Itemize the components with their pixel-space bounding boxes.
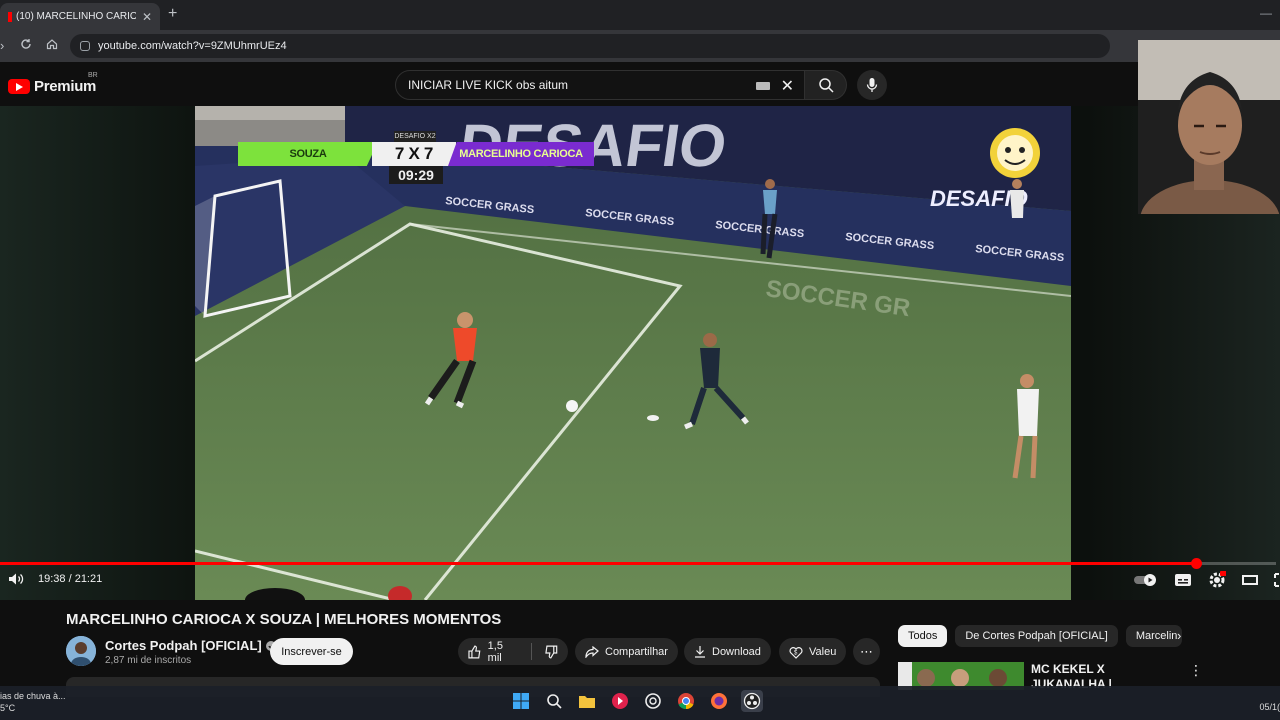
- file-explorer-icon[interactable]: [576, 690, 598, 712]
- firefox-icon[interactable]: [708, 690, 730, 712]
- channel-name: Cortes Podpah [OFICIAL]: [105, 638, 262, 653]
- youtube-favicon-icon: [8, 11, 12, 22]
- subscribe-button[interactable]: Inscrever-se: [270, 638, 353, 665]
- obs-studio-icon[interactable]: [741, 690, 763, 712]
- background-person-figure: [1010, 179, 1024, 218]
- super-thanks-icon: $: [789, 646, 803, 659]
- progress-played: [0, 562, 1196, 565]
- share-button[interactable]: Compartilhar: [575, 638, 678, 665]
- taskbar-apps: [510, 690, 763, 712]
- site-info-icon[interactable]: [80, 41, 90, 51]
- chip-all[interactable]: Todos: [898, 625, 948, 647]
- related-filter-chips: Todos De Cortes Podpah [OFICIAL] Marceli…: [898, 625, 1182, 647]
- taskbar-date: 05/1(: [1259, 702, 1280, 712]
- download-button[interactable]: Download: [684, 638, 771, 665]
- browser-toolbar: › youtube.com/watch?v=9ZMUhmrUEz4 ▭ ☆: [0, 30, 1280, 62]
- theater-mode-icon[interactable]: [1242, 574, 1258, 586]
- search-icon: [818, 78, 834, 93]
- thanks-button[interactable]: $ Valeu: [779, 638, 847, 665]
- subscriber-count: 2,87 mi de inscritos: [105, 655, 192, 666]
- volume-icon[interactable]: [8, 572, 24, 586]
- chip-channel[interactable]: De Cortes Podpah [OFICIAL]: [955, 625, 1118, 647]
- match-score: 7 X 7: [372, 142, 456, 166]
- like-dislike-group: 1,5 mil: [458, 638, 568, 665]
- download-label: Download: [712, 645, 761, 658]
- progress-scrubber-handle[interactable]: [1190, 558, 1202, 569]
- channel-avatar[interactable]: [66, 636, 96, 666]
- match-clock: 09:29: [389, 166, 443, 184]
- screen: { "browser": { "tab_title": "(10) MARCEL…: [0, 0, 1280, 720]
- browser-tab-active[interactable]: (10) MARCELINHO CARIOCA X ✕: [0, 3, 160, 30]
- time-display: 19:38 / 21:21: [38, 573, 103, 585]
- autoplay-toggle-icon[interactable]: [1134, 574, 1158, 586]
- channel-name-row[interactable]: Cortes Podpah [OFICIAL]: [105, 638, 276, 653]
- minimize-icon[interactable]: —: [1260, 6, 1272, 20]
- dislike-icon[interactable]: [544, 645, 558, 659]
- svg-text:$: $: [794, 650, 798, 656]
- search-input[interactable]: INICIAR LIVE KICK obs aitum ✕: [395, 70, 805, 100]
- chatgpt-icon[interactable]: [642, 690, 664, 712]
- mic-icon: [866, 78, 878, 92]
- browser-tab-bar: (10) MARCELINHO CARIOCA X ✕ + —: [0, 0, 1280, 30]
- fullscreen-icon[interactable]: [1274, 573, 1280, 587]
- search-button[interactable]: [805, 70, 847, 100]
- chrome-icon[interactable]: [675, 690, 697, 712]
- tab-title: (10) MARCELINHO CARIOCA X: [16, 11, 136, 22]
- url-text: youtube.com/watch?v=9ZMUhmrUEz4: [98, 40, 287, 52]
- video-progress-bar[interactable]: [0, 558, 1276, 569]
- share-label: Compartilhar: [605, 645, 668, 658]
- streamer-face-image: [1138, 40, 1280, 214]
- country-code: BR: [88, 72, 98, 79]
- search-query: INICIAR LIVE KICK obs aitum: [408, 78, 569, 92]
- subtitles-icon[interactable]: [1174, 573, 1192, 587]
- address-bar[interactable]: youtube.com/watch?v=9ZMUhmrUEz4: [70, 34, 1110, 58]
- youtube-premium-logo[interactable]: Premium: [8, 78, 96, 95]
- windows-start-icon[interactable]: [510, 690, 532, 712]
- like-count[interactable]: 1,5 mil: [488, 640, 520, 664]
- voice-search-button[interactable]: [857, 70, 887, 100]
- away-team-name: MARCELINHO CARIOCA: [448, 142, 594, 166]
- search-icon[interactable]: [543, 690, 565, 712]
- kebab-menu-icon[interactable]: ⋮: [1189, 662, 1203, 679]
- football-pitch-scene: DESAFIO DESAFIO SOCCER GRASS SOCCER GRAS…: [195, 106, 1071, 600]
- window-controls: —: [1260, 6, 1272, 20]
- weather-widget[interactable]: ias de chuva à... 5°C: [0, 690, 66, 714]
- logo-text: Premium: [34, 78, 97, 95]
- webcam-overlay: [1138, 40, 1280, 214]
- chevron-right-icon[interactable]: ›: [1177, 628, 1181, 643]
- recommended-video-title[interactable]: MC KEKEL X JUKANALHA | MELHORES MOMENTOS: [1031, 662, 1171, 688]
- keyboard-icon[interactable]: [756, 82, 770, 90]
- home-team-name: SOUZA: [238, 142, 378, 166]
- player-controls-right: [1134, 571, 1280, 589]
- clear-search-icon[interactable]: ✕: [781, 76, 794, 96]
- gear-icon[interactable]: [1208, 571, 1226, 589]
- league-badge-icon: [990, 128, 1040, 178]
- video-title: MARCELINHO CARIOCA X SOUZA | MELHORES MO…: [66, 611, 502, 628]
- home-icon[interactable]: [46, 38, 58, 53]
- chip-marcelinho[interactable]: Marcelin: [1125, 625, 1182, 647]
- music-app-icon[interactable]: [609, 690, 631, 712]
- youtube-play-logo-icon: [8, 79, 30, 94]
- tab-close-icon[interactable]: ✕: [142, 10, 152, 24]
- more-actions-button[interactable]: ⋯: [853, 638, 880, 665]
- weather-temperature: 5°C: [0, 703, 16, 713]
- weather-text: ias de chuva à...: [0, 691, 66, 701]
- download-icon: [695, 646, 705, 658]
- thanks-label: Valeu: [809, 645, 837, 658]
- share-icon: [585, 645, 599, 658]
- like-divider: [531, 643, 533, 660]
- video-frame[interactable]: DESAFIO DESAFIO SOCCER GRASS SOCCER GRAS…: [195, 106, 1071, 600]
- new-tab-button[interactable]: +: [168, 5, 177, 23]
- like-icon[interactable]: [468, 645, 482, 659]
- player-controls-left: 19:38 / 21:21: [8, 572, 102, 586]
- reload-icon[interactable]: [20, 38, 32, 53]
- scoreboard-label: DESAFIO X2: [394, 131, 436, 142]
- forward-icon[interactable]: ›: [0, 38, 4, 53]
